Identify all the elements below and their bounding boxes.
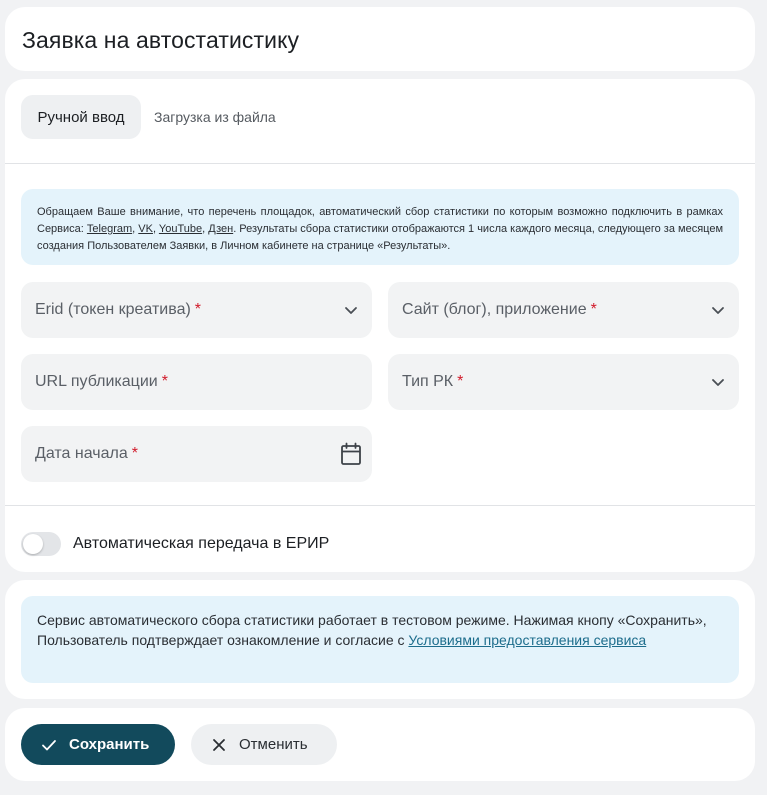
required-mark: *: [457, 373, 464, 390]
tab-file-upload[interactable]: Загрузка из файла: [154, 95, 276, 139]
erid-select[interactable]: Erid (токен креатива) *: [21, 282, 372, 338]
erir-toggle[interactable]: [21, 532, 61, 556]
required-mark: *: [590, 301, 597, 318]
field-label: Сайт (блог), приложение: [402, 301, 587, 318]
save-label: Сохранить: [69, 736, 150, 753]
platforms-notice: Обращаем Ваше внимание, что перечень пло…: [21, 189, 739, 265]
cancel-button[interactable]: Отменить: [191, 724, 337, 765]
cancel-label: Отменить: [239, 736, 308, 753]
erir-toggle-row: Автоматическая передача в ЕРИР: [21, 531, 329, 557]
toggle-knob: [23, 534, 43, 554]
actions-card: Сохранить Отменить: [5, 708, 755, 781]
divider: [5, 163, 755, 164]
start-date-input[interactable]: Дата начала *: [21, 426, 372, 482]
terms-link[interactable]: Условиями предоставления сервиса: [408, 632, 646, 648]
test-mode-notice: Сервис автоматического сбора статистики …: [21, 596, 739, 683]
save-button[interactable]: Сохранить: [21, 724, 175, 765]
info-card: Сервис автоматического сбора статистики …: [5, 580, 755, 699]
chevron-down-icon: [712, 307, 724, 314]
link-vk[interactable]: VK: [138, 223, 153, 235]
link-telegram[interactable]: Telegram: [87, 223, 132, 235]
chevron-down-icon: [345, 307, 357, 314]
close-icon: [213, 738, 225, 751]
calendar-icon[interactable]: [340, 442, 362, 466]
required-mark: *: [131, 445, 138, 462]
site-select[interactable]: Сайт (блог), приложение *: [388, 282, 739, 338]
link-dzen[interactable]: Дзен: [208, 223, 233, 235]
title-card: Заявка на автостатистику: [5, 7, 755, 71]
form-card: Ручной ввод Загрузка из файла Обращаем В…: [5, 79, 755, 572]
tab-manual-input[interactable]: Ручной ввод: [21, 95, 141, 139]
check-icon: [42, 739, 56, 750]
chevron-down-icon: [712, 379, 724, 386]
divider: [5, 505, 755, 506]
toggle-label: Автоматическая передача в ЕРИР: [73, 535, 330, 552]
url-input[interactable]: URL публикации *: [21, 354, 372, 410]
field-label: Тип РК: [402, 373, 454, 390]
required-mark: *: [161, 373, 168, 390]
link-youtube[interactable]: YouTube: [159, 223, 202, 235]
field-label: Дата начала: [35, 445, 128, 462]
field-label: Erid (токен креатива): [35, 301, 191, 318]
rk-type-select[interactable]: Тип РК *: [388, 354, 739, 410]
required-mark: *: [194, 301, 202, 318]
field-label: URL публикации: [35, 373, 158, 390]
page-title: Заявка на автостатистику: [22, 27, 300, 53]
